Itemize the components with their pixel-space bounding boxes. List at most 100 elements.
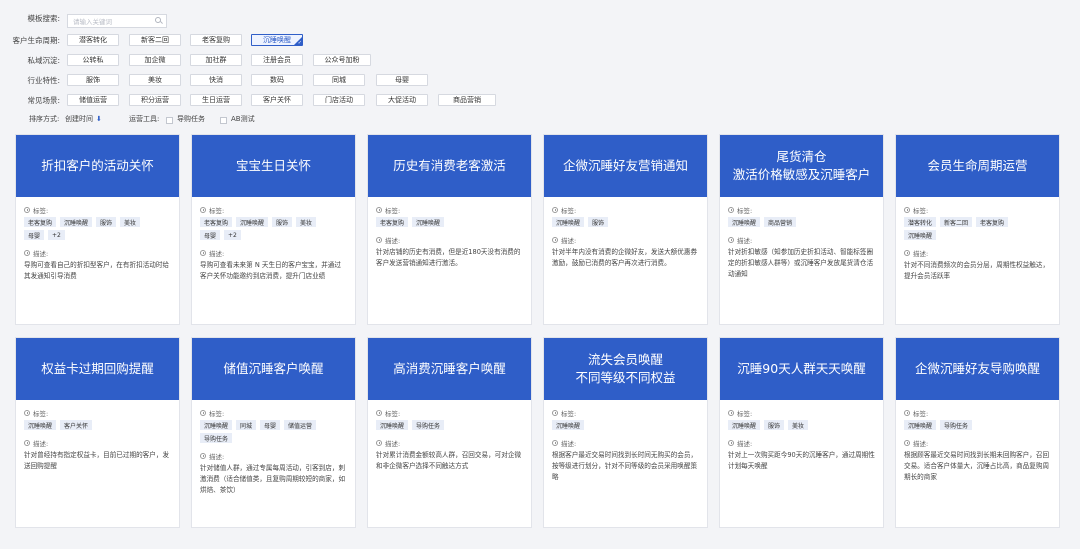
info-icon	[24, 410, 30, 416]
chip-private-0[interactable]: 公转私	[67, 54, 119, 66]
tag-badge: 沉睡唤醒	[412, 217, 445, 227]
chip-scene-3[interactable]: 客户关怀	[251, 94, 303, 106]
chip-scene-6[interactable]: 商品营销	[438, 94, 496, 106]
desc-heading: 描述:	[552, 235, 699, 245]
tags-label: 标签:	[209, 410, 225, 418]
tags-label: 标签:	[913, 410, 929, 418]
template-card[interactable]: 权益卡过期回购提醒 标签: 沉睡唤醒 客户关怀 描述: 针对曾经持有指定权益卡，目前已过期…	[15, 337, 180, 528]
chip-industry-2[interactable]: 快消	[190, 74, 242, 86]
template-card[interactable]: 流失会员唤醒 不同等级不同权益 标签: 沉睡唤醒 描述: 根据客户最近交易时间找到长时间无…	[543, 337, 708, 528]
chip-industry-5[interactable]: 母婴	[376, 74, 428, 86]
search-icon[interactable]	[155, 17, 161, 23]
tag-badge: 服饰	[588, 217, 609, 227]
tags-heading: 标签:	[552, 205, 699, 215]
card-description: 针对店铺的历史有消费，但是近180天没有消费的客户发送营销通知进行激活。	[376, 248, 521, 267]
tag-badge: 沉睡唤醒	[24, 420, 57, 430]
card-title: 折扣客户的活动关怀	[16, 135, 179, 197]
card-title: 权益卡过期回购提醒	[16, 338, 179, 400]
chip-industry-3[interactable]: 数码	[251, 74, 303, 86]
tag-badge: 导购任务	[412, 420, 445, 430]
info-icon	[24, 207, 30, 213]
tag-badge: 沉睡唤醒	[552, 217, 585, 227]
desc-heading: 描述:	[24, 248, 171, 258]
desc-label: 描述:	[385, 440, 401, 448]
tag-badge: 导购任务	[200, 433, 233, 443]
template-card[interactable]: 历史有消费老客激活 标签: 老客复购 沉睡唤醒 描述: 针对店铺的历史有消费，但是近180…	[367, 134, 532, 325]
sort-arrow-icon[interactable]: ⬇	[96, 115, 102, 123]
chip-industry-0[interactable]: 服饰	[67, 74, 119, 86]
chip-scene-4[interactable]: 门店活动	[313, 94, 365, 106]
tag-badge: 沉睡唤醒	[552, 420, 585, 430]
chip-scene-2[interactable]: 生日运营	[190, 94, 242, 106]
search-input[interactable]: 请输入关键词	[67, 14, 167, 28]
card-title: 宝宝生日关怀	[192, 135, 355, 197]
card-body: 标签: 沉睡唤醒 服饰 美妆 描述: 针对上一次购买距今90天的沉睡客户，通过周期性计划每…	[720, 400, 883, 472]
sort-select[interactable]: 创建时间	[65, 114, 93, 124]
info-icon	[200, 410, 206, 416]
tag-badge: 潜客转化	[904, 217, 937, 227]
tag-list: 老客复购 沉睡唤醒	[376, 217, 496, 227]
tags-heading: 标签:	[376, 205, 523, 215]
chip-lifecycle-0[interactable]: 潜客转化	[67, 34, 119, 46]
desc-label: 描述:	[561, 237, 577, 245]
template-card[interactable]: 企微沉睡好友营销通知 标签: 沉睡唤醒 服饰 描述: 针对半年内没有消费的企微好友，发送大…	[543, 134, 708, 325]
template-card[interactable]: 会员生命周期运营 标签: 潜客转化 新客二回 老客复购 沉睡唤醒 描述: 针对不同消费频次的会…	[895, 134, 1060, 325]
card-title: 企微沉睡好友导购唤醒	[896, 338, 1059, 400]
tag-badge: 母婴	[260, 420, 281, 430]
tool2-label: AB测试	[231, 115, 255, 123]
template-card[interactable]: 宝宝生日关怀 标签: 老客复购 沉睡唤醒 服饰 美妆 母婴 +2 描述: 导购可查看未来第 N 天…	[191, 134, 356, 325]
chip-lifecycle-3-selected[interactable]: 沉睡唤醒 ✓	[251, 34, 303, 46]
chip-scene-0[interactable]: 储值运营	[67, 94, 119, 106]
tag-badge: 新客二回	[940, 217, 973, 227]
desc-heading: 描述:	[200, 248, 347, 258]
tags-heading: 标签:	[728, 408, 875, 418]
tool1-checkbox[interactable]	[166, 117, 173, 124]
info-icon	[552, 440, 558, 446]
chip-private-2[interactable]: 加社群	[190, 54, 242, 66]
tag-badge: 母婴	[24, 230, 45, 240]
card-title: 流失会员唤醒 不同等级不同权益	[544, 338, 707, 400]
tag-badge: 服饰	[272, 217, 293, 227]
chip-scene-1[interactable]: 积分运营	[129, 94, 181, 106]
tags-label: 标签:	[737, 207, 753, 215]
card-body: 标签: 沉睡唤醒 服饰描述: 针对半年内没有消费的企微好友，发送大额优惠券激励，鼓励已…	[544, 197, 707, 269]
tag-list: 老客复购 沉睡唤醒 服饰 美妆 母婴 +2	[24, 217, 144, 240]
card-body: 标签: 老客复购 沉睡唤醒 服饰 美妆 母婴 +2 描述: 导购可查看自己的折扣型客户，在有折扣…	[16, 197, 179, 282]
chip-private-1[interactable]: 加企微	[129, 54, 181, 66]
tags-label: 标签:	[209, 207, 225, 215]
chip-scene-5[interactable]: 大促活动	[376, 94, 428, 106]
scene-label: 常见场景:	[27, 95, 60, 105]
info-icon	[904, 410, 910, 416]
info-icon	[200, 207, 206, 213]
template-card[interactable]: 尾货清仓 激活价格敏感及沉睡客户 标签: 沉睡唤醒 商品营销 描述: 针对折扣敏感（知参加历…	[719, 134, 884, 325]
tag-list: 沉睡唤醒 商品营销	[728, 217, 848, 227]
chip-industry-1[interactable]: 美妆	[129, 74, 181, 86]
chip-private-4[interactable]: 公众号加粉	[313, 54, 371, 66]
tag-list: 潜客转化 新客二回 老客复购 沉睡唤醒	[904, 217, 1024, 240]
card-description: 针对半年内没有消费的企微好友，发送大额优惠券激励，鼓励已消费的客户再次进行消费。	[552, 248, 698, 267]
tag-badge: 服饰	[764, 420, 785, 430]
template-card[interactable]: 企微沉睡好友导购唤醒 标签: 沉睡唤醒 导购任务 描述: 根据顾客最近交易时间找到长期未回…	[895, 337, 1060, 528]
card-description: 导购可查看未来第 N 天生日的客户宝宝，并通过客户关怀功能邀约到店消费，提升门店…	[200, 261, 341, 280]
template-card[interactable]: 储值沉睡客户唤醒 标签: 沉睡唤醒 同城 母婴 储值运营 导购任务 描述: 针对储值人群，通过专…	[191, 337, 356, 528]
chip-private-3[interactable]: 注册会员	[251, 54, 303, 66]
tag-badge: 客户关怀	[60, 420, 93, 430]
card-body: 标签: 沉睡唤醒 客户关怀 描述: 针对曾经持有指定权益卡，目前已过期的客户，发送回购提…	[16, 400, 179, 472]
tag-badge: 沉睡唤醒	[728, 217, 761, 227]
template-card[interactable]: 高消费沉睡客户唤醒 标签: 沉睡唤醒 导购任务 描述: 针对累计消费金额较高人群，召回交易…	[367, 337, 532, 528]
info-icon	[728, 237, 734, 243]
chip-industry-4[interactable]: 同城	[313, 74, 365, 86]
desc-heading: 描述:	[728, 235, 875, 245]
template-card[interactable]: 沉睡90天人群天天唤醒 标签: 沉睡唤醒 服饰 美妆 描述: 针对上一次购买距今90天的沉睡…	[719, 337, 884, 528]
tag-list: 沉睡唤醒 客户关怀	[24, 420, 144, 430]
tool2-checkbox[interactable]	[220, 117, 227, 124]
check-icon: ✓	[297, 40, 302, 46]
template-card[interactable]: 折扣客户的活动关怀 标签: 老客复购 沉睡唤醒 服饰 美妆 母婴 +2 描述: 导购可查看自己的折…	[15, 134, 180, 325]
chip-lifecycle-2[interactable]: 老客复购	[190, 34, 242, 46]
info-icon	[552, 410, 558, 416]
card-description: 针对储值人群，通过专属每周活动，引客到店，刺激消费（适合储值类，且复购周期较短的…	[200, 464, 346, 494]
info-icon	[728, 440, 734, 446]
chip-lifecycle-1[interactable]: 新客二回	[129, 34, 181, 46]
desc-heading: 描述:	[552, 438, 699, 448]
desc-label: 描述:	[737, 440, 753, 448]
